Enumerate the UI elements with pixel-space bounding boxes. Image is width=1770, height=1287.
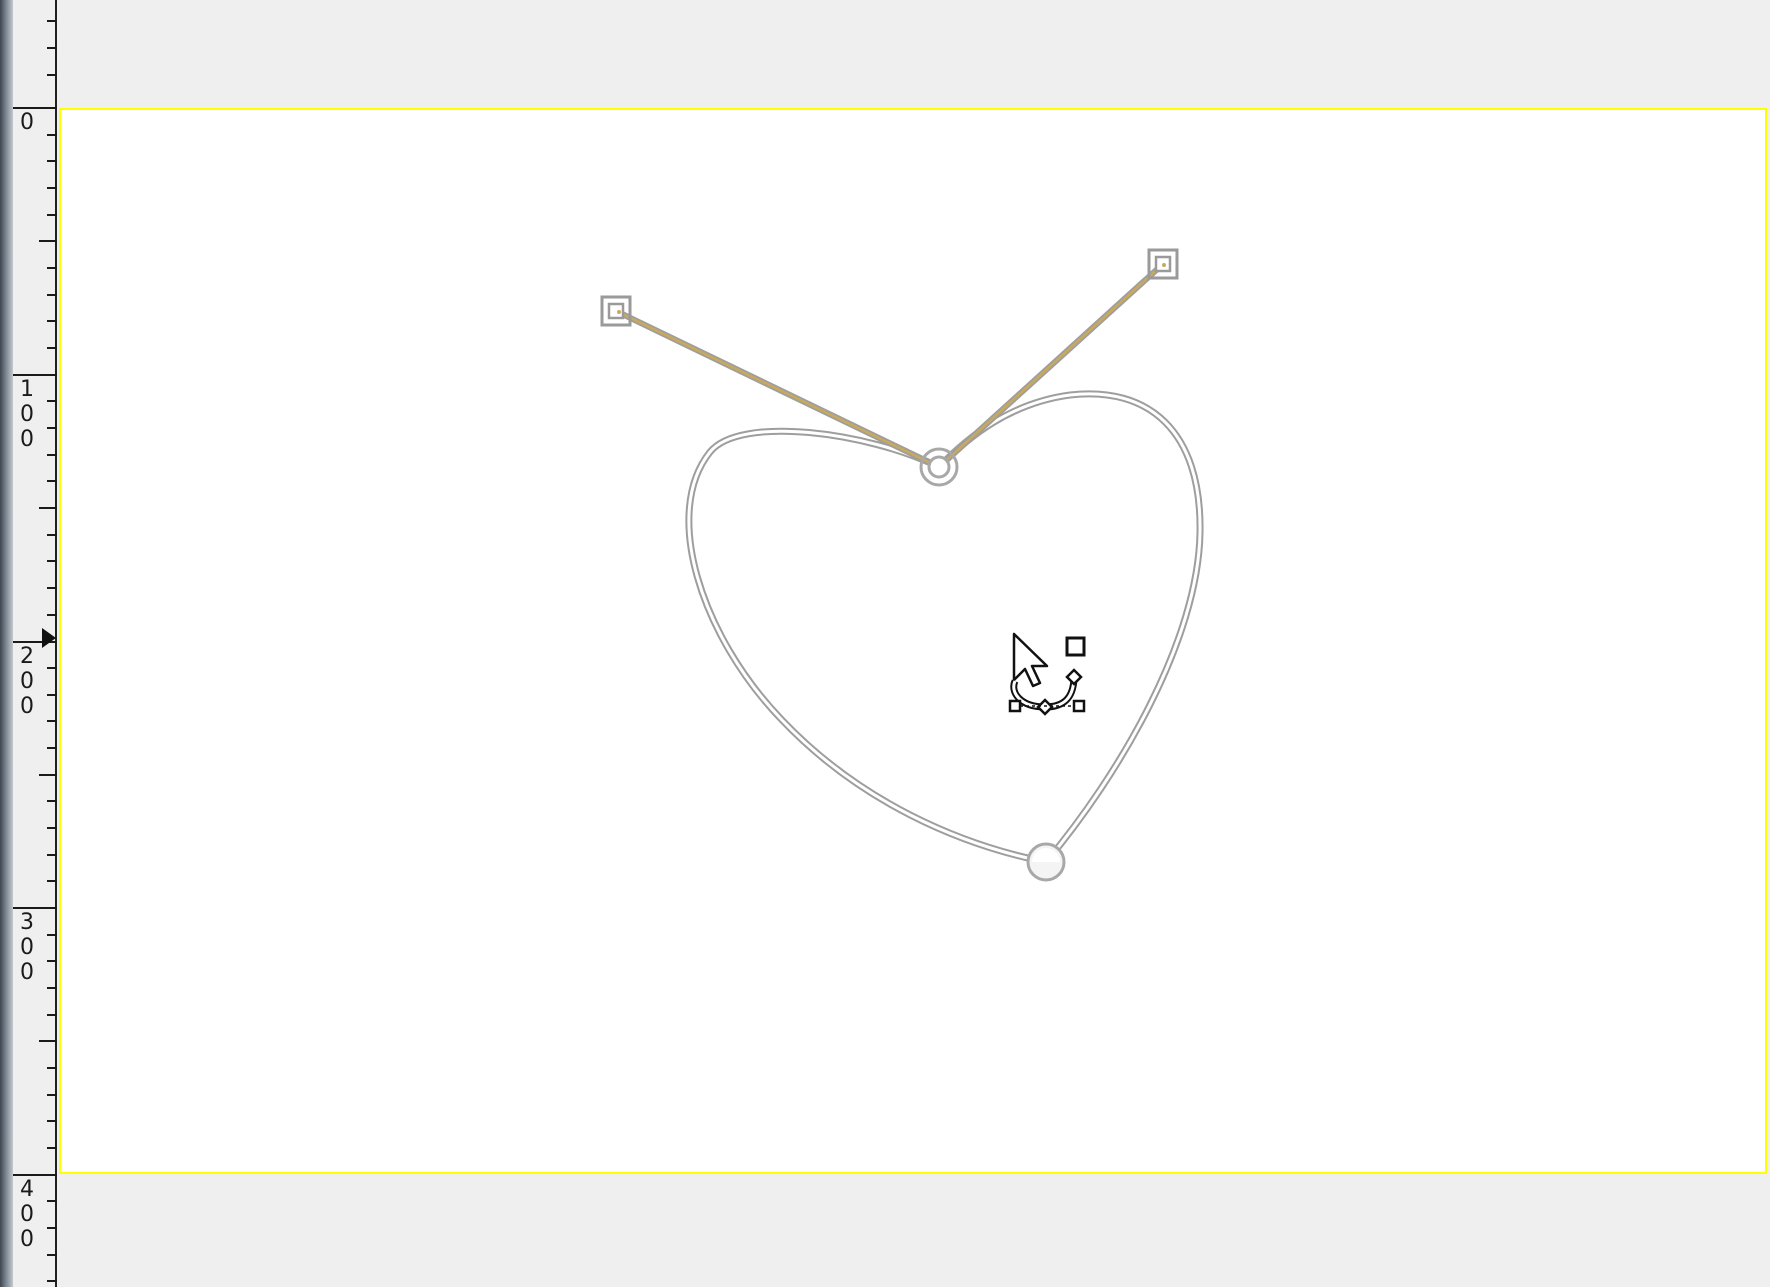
path-overlay[interactable]	[0, 0, 1770, 1287]
gimp-image-window: 0 100 200 300 400	[0, 0, 1770, 1287]
bottom-anchor[interactable]	[1026, 842, 1066, 882]
pointer-arrow-icon	[1012, 632, 1049, 688]
left-handle[interactable]	[600, 295, 632, 327]
top-center-anchor[interactable]	[919, 447, 959, 487]
handle-lines	[614, 261, 1166, 470]
